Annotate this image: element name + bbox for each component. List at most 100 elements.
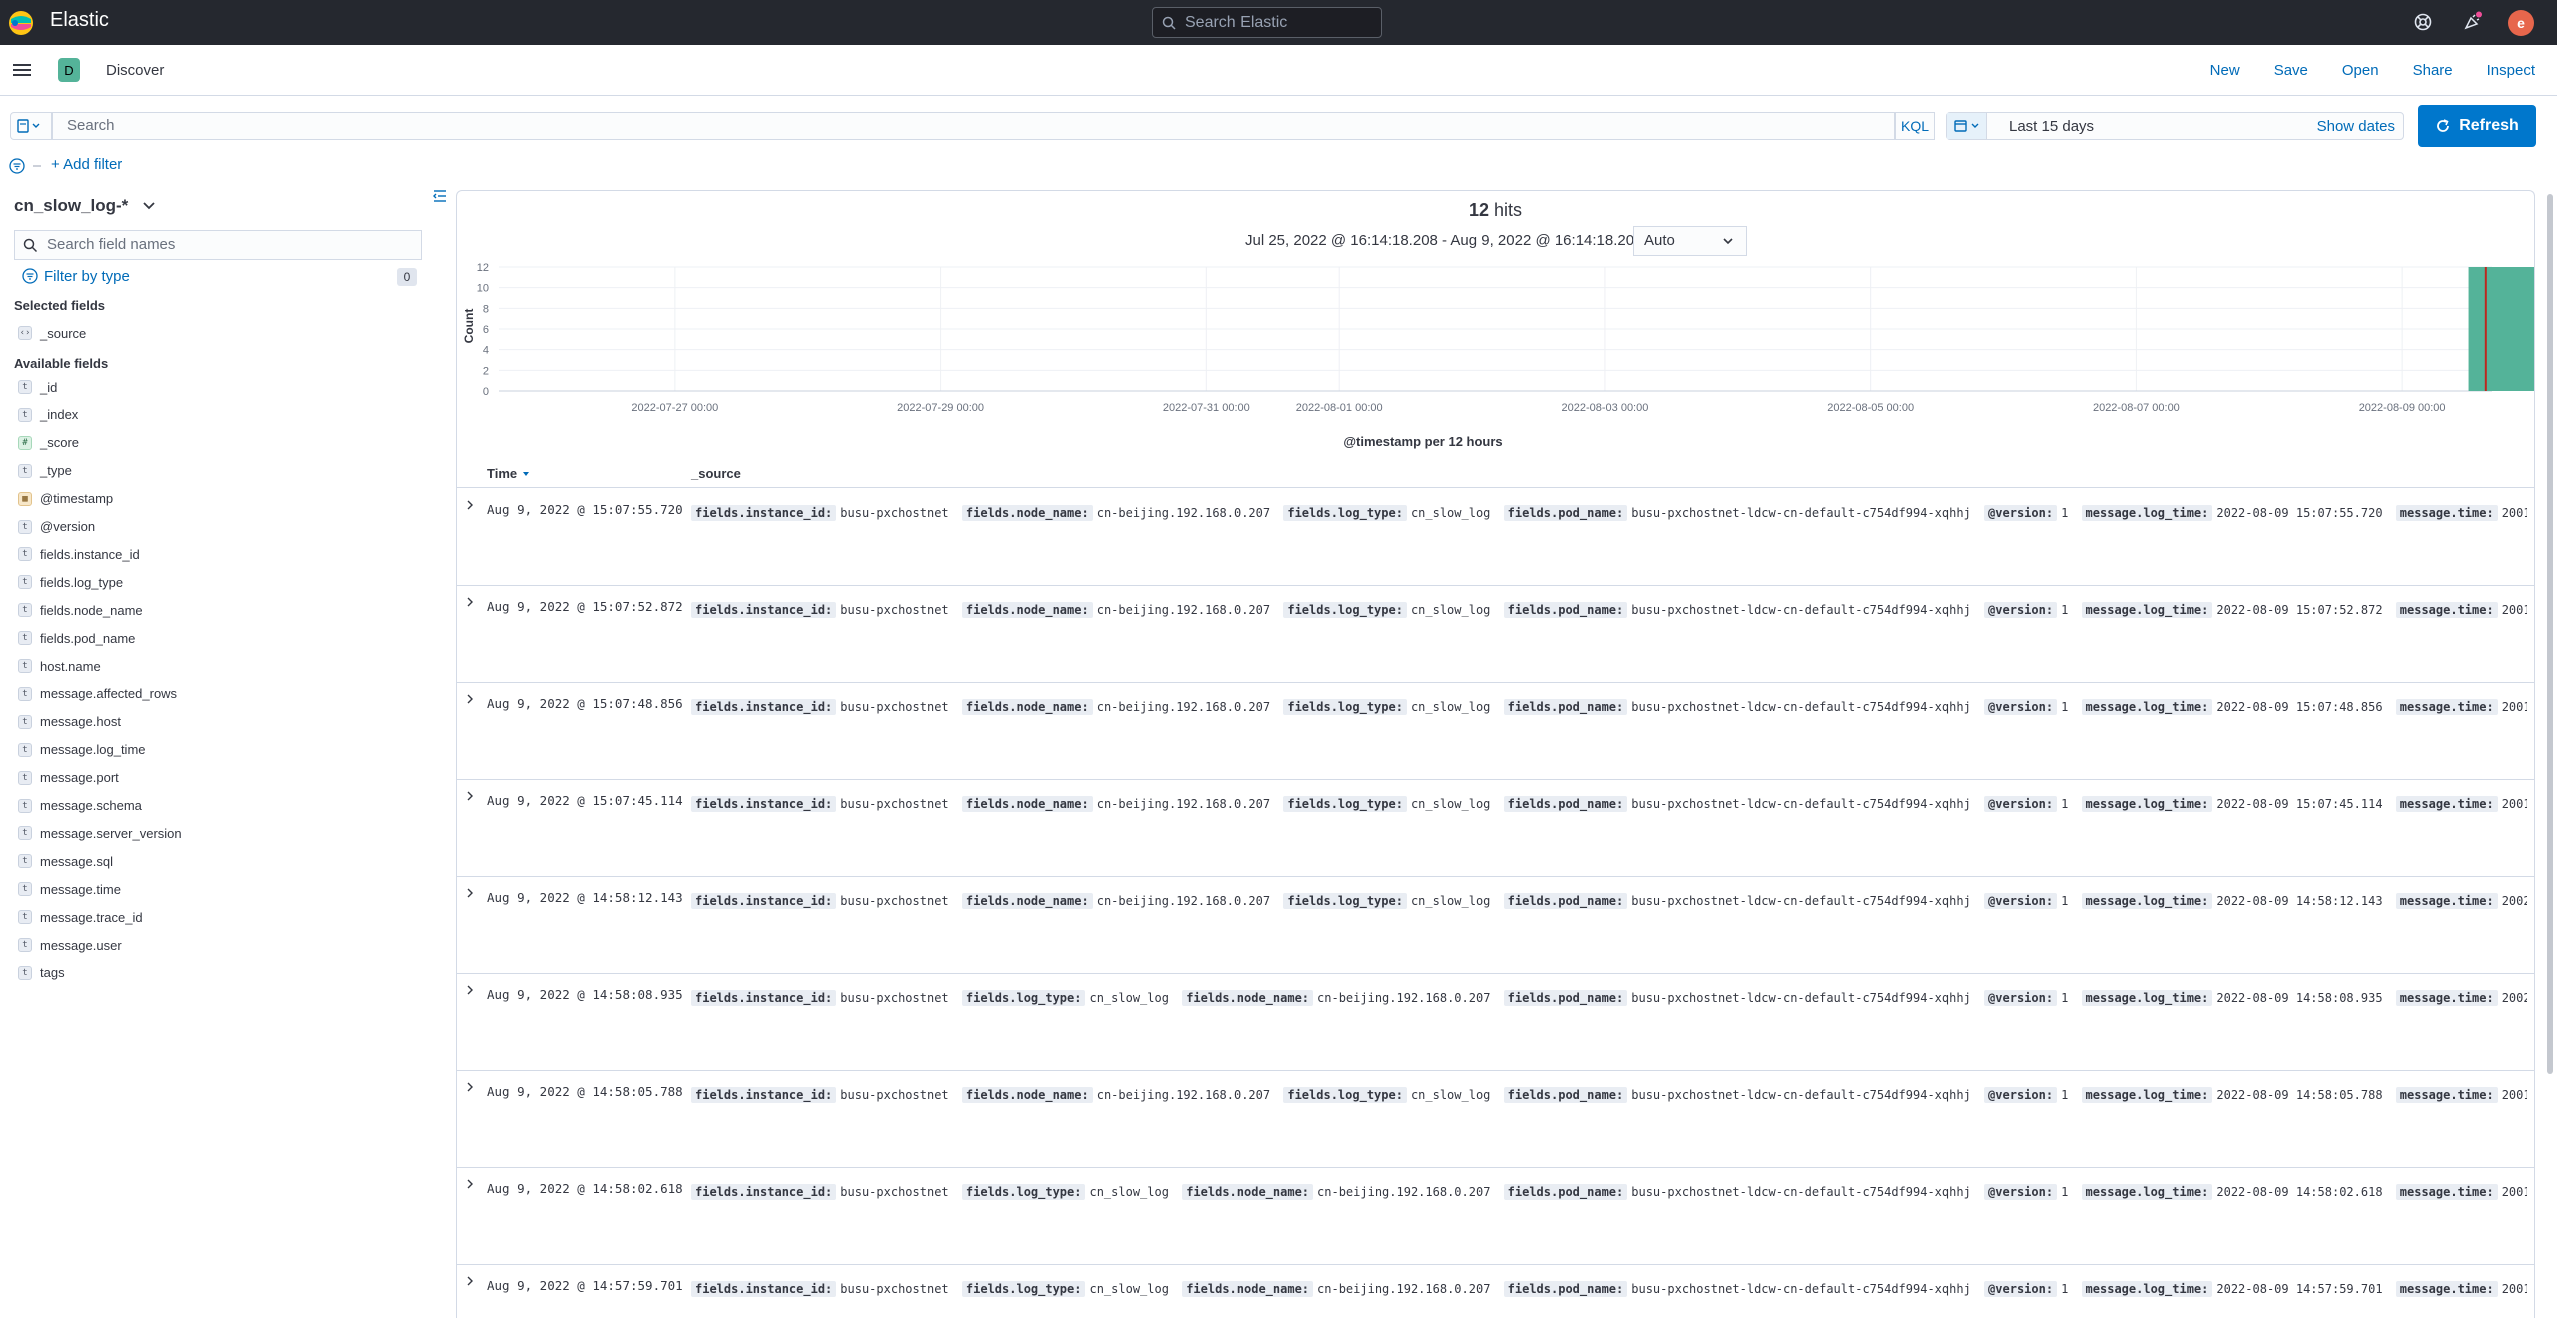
- inspect-button[interactable]: Inspect: [2487, 62, 2535, 79]
- x-tick-label: 2022-07-27 00:00: [631, 402, 718, 414]
- field-item[interactable]: t fields.log_type: [18, 571, 123, 593]
- field-item[interactable]: t fields.node_name: [18, 599, 143, 621]
- field-item[interactable]: t fields.pod_name: [18, 627, 135, 649]
- add-filter-button[interactable]: + Add filter: [51, 156, 122, 173]
- source-field-value: 2022-08-09 15:07:45.114: [2216, 797, 2383, 811]
- y-tick-label: 4: [483, 345, 489, 357]
- user-avatar[interactable]: e: [2508, 10, 2534, 36]
- histogram-x-axis-title: @timestamp per 12 hours: [1343, 434, 1503, 449]
- row-time: Aug 9, 2022 @ 14:58:05.788: [487, 1084, 683, 1099]
- x-tick-label: 2022-07-31 00:00: [1163, 402, 1250, 414]
- field-item[interactable]: t tags: [18, 962, 65, 984]
- share-button[interactable]: Share: [2413, 62, 2453, 79]
- field-item[interactable]: t @version: [18, 516, 95, 538]
- source-field-key: fields.instance_id:: [691, 602, 837, 618]
- source-field-key: message.log_time:: [2081, 602, 2213, 618]
- source-field: fields.log_type: cn_slow_log: [1283, 1087, 1490, 1103]
- source-field: fields.instance_id: busu-pxchostnet: [691, 1087, 949, 1103]
- field-item[interactable]: t message.sql: [18, 850, 113, 872]
- source-field-key: fields.pod_name:: [1503, 602, 1628, 618]
- field-item[interactable]: ‹› _source: [18, 322, 86, 344]
- filter-options-icon[interactable]: [8, 157, 44, 175]
- source-field-value: 2022-08-09 15:07:55.720: [2216, 506, 2383, 520]
- source-field: message.time:2001: [2395, 505, 2527, 521]
- scrollbar-thumb[interactable]: [2547, 194, 2553, 1074]
- date-quick-menu-button[interactable]: [1947, 113, 1987, 139]
- expand-row-icon[interactable]: [465, 596, 475, 611]
- field-name: @timestamp: [40, 491, 114, 507]
- open-button[interactable]: Open: [2342, 62, 2379, 79]
- field-item[interactable]: t message.schema: [18, 795, 142, 817]
- field-name: message.affected_rows: [40, 686, 178, 702]
- elastic-logo-icon[interactable]: [8, 10, 34, 36]
- field-item[interactable]: t fields.instance_id: [18, 543, 140, 565]
- field-item[interactable]: t message.log_time: [18, 739, 146, 761]
- field-item[interactable]: t message.affected_rows: [18, 683, 177, 705]
- source-field-key: fields.node_name:: [1182, 990, 1314, 1006]
- field-item[interactable]: t host.name: [18, 655, 101, 677]
- column-header-time[interactable]: Time: [487, 466, 531, 481]
- hits-number: 12: [1468, 200, 1489, 220]
- source-field: fields.instance_id: busu-pxchostnet: [691, 1281, 949, 1297]
- newsfeed-icon[interactable]: [2462, 11, 2484, 33]
- row-time: Aug 9, 2022 @ 15:07:52.872: [487, 599, 683, 614]
- expand-row-icon[interactable]: [465, 887, 475, 902]
- expand-row-icon[interactable]: [465, 499, 475, 514]
- expand-row-icon[interactable]: [465, 984, 475, 999]
- date-picker[interactable]: Last 15 days Show dates: [1946, 112, 2404, 140]
- page-scrollbar[interactable]: [2545, 190, 2555, 1318]
- source-field-value: cn_slow_log: [1410, 700, 1491, 714]
- field-item[interactable]: t _type: [18, 460, 72, 482]
- row-time: Aug 9, 2022 @ 14:57:59.701: [487, 1278, 683, 1293]
- field-item[interactable]: ▦ @timestamp: [18, 488, 113, 510]
- save-button[interactable]: Save: [2274, 62, 2308, 79]
- app-badge[interactable]: D: [58, 58, 80, 82]
- histogram-chart[interactable]: 0 2 4 6 8 10 12 2022-07-27 00:00 2022-07-29 00:0…: [457, 261, 2535, 451]
- refresh-button[interactable]: Refresh: [2418, 105, 2536, 147]
- table-row: Aug 9, 2022 @ 15:07:45.114 fields.instanc…: [457, 780, 2534, 877]
- interval-select[interactable]: Auto: [1633, 226, 1747, 256]
- source-field: fields.node_name: cn-beijing.192.168.0.20…: [961, 602, 1270, 618]
- help-icon[interactable]: [2412, 11, 2434, 33]
- show-dates-button[interactable]: Show dates: [2317, 118, 2395, 135]
- field-item[interactable]: t _id: [18, 376, 57, 398]
- expand-row-icon[interactable]: [465, 1178, 475, 1193]
- menu-icon[interactable]: [13, 62, 31, 78]
- expand-row-icon[interactable]: [465, 790, 475, 805]
- field-item[interactable]: t message.user: [18, 934, 122, 956]
- expand-row-icon[interactable]: [465, 1081, 475, 1096]
- index-pattern-selector[interactable]: cn_slow_log-*: [14, 196, 157, 216]
- table-row: Aug 9, 2022 @ 14:58:05.788 fields.instanc…: [457, 1071, 2534, 1168]
- field-name: message.sql: [40, 853, 113, 869]
- collapse-sidebar-icon[interactable]: [432, 188, 448, 204]
- row-source: fields.instance_id: busu-pxchostnet field…: [691, 501, 2527, 525]
- field-item[interactable]: t message.host: [18, 711, 121, 733]
- field-item[interactable]: t message.time: [18, 878, 121, 900]
- row-source: fields.instance_id: busu-pxchostnet field…: [691, 889, 2527, 913]
- field-item[interactable]: t _index: [18, 404, 78, 426]
- date-range-label[interactable]: Last 15 days: [2009, 118, 2094, 135]
- string-type-icon: t: [18, 463, 32, 478]
- field-item[interactable]: t message.trace_id: [18, 906, 143, 928]
- query-search-input[interactable]: Search: [52, 112, 1895, 140]
- source-field-key: message.time:: [2395, 796, 2498, 812]
- calendar-icon: [1954, 120, 1979, 132]
- kql-toggle-button[interactable]: KQL: [1895, 112, 1935, 140]
- field-search-input[interactable]: Search field names: [14, 230, 422, 260]
- filter-by-type-button[interactable]: Filter by type: [22, 268, 130, 285]
- brand-name[interactable]: Elastic: [50, 9, 109, 32]
- new-button[interactable]: New: [2210, 62, 2240, 79]
- expand-row-icon[interactable]: [465, 693, 475, 708]
- global-search-input[interactable]: Search Elastic: [1152, 7, 1382, 38]
- field-item[interactable]: t message.port: [18, 767, 119, 789]
- saved-query-button[interactable]: [10, 112, 52, 140]
- column-header-source[interactable]: _source: [691, 466, 741, 481]
- source-field: message.time:2001: [2395, 1184, 2527, 1200]
- expand-row-icon[interactable]: [465, 1275, 475, 1290]
- source-field-key: fields.instance_id:: [691, 699, 837, 715]
- field-item[interactable]: t message.server_version: [18, 822, 182, 844]
- source-field-key: fields.log_type:: [1283, 796, 1407, 812]
- source-field-value: busu-pxchostnet-ldcw-cn-default-c754df99…: [1631, 1185, 1971, 1199]
- source-field: message.time:2001: [2395, 796, 2527, 812]
- field-item[interactable]: # _score: [18, 432, 79, 454]
